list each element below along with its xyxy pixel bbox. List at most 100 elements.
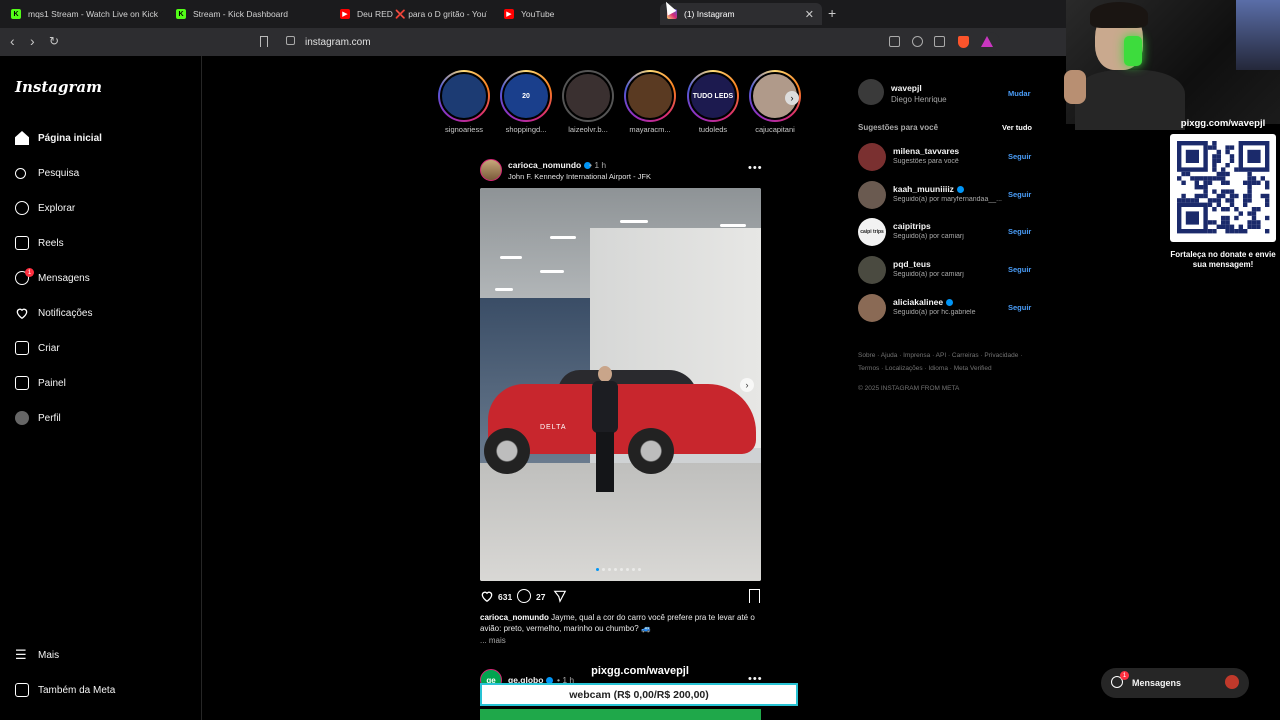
qr-module xyxy=(1203,185,1208,190)
bookmark-icon[interactable] xyxy=(260,36,268,47)
like-count[interactable]: 631 xyxy=(498,592,512,602)
follow-button[interactable]: Seguir xyxy=(1008,303,1031,312)
story-ring xyxy=(562,70,614,122)
nav-notifications[interactable]: Notificações xyxy=(15,303,92,323)
share-icon[interactable] xyxy=(934,36,945,47)
post-options-icon[interactable]: ••• xyxy=(748,162,763,174)
qr-module xyxy=(1207,229,1213,234)
qr-module xyxy=(1225,207,1230,212)
current-user-username[interactable]: wavepjl xyxy=(891,83,922,93)
qr-module xyxy=(1212,229,1217,234)
browser-tab[interactable]: K mqs1 Stream - Watch Live on Kick xyxy=(8,3,168,25)
qr-module xyxy=(1234,193,1239,199)
follow-button[interactable]: Seguir xyxy=(1008,152,1031,161)
share-button[interactable] xyxy=(553,589,567,608)
browser-tab[interactable]: K Stream - Kick Dashboard xyxy=(173,3,333,25)
suggestion-username[interactable]: milena_tavvares xyxy=(893,146,959,156)
zoom-icon[interactable] xyxy=(912,36,923,47)
suggestion-avatar[interactable] xyxy=(858,294,886,322)
nav-create[interactable]: Criar xyxy=(15,338,60,358)
post-image[interactable]: DELTA xyxy=(480,188,761,581)
story-item[interactable]: TUDO LEDS tudoleds xyxy=(687,70,739,134)
qr-module xyxy=(1234,229,1239,234)
follow-button[interactable]: Seguir xyxy=(1008,190,1031,199)
reload-icon[interactable]: ↻ xyxy=(49,34,59,48)
nav-home[interactable]: Página inicial xyxy=(15,128,102,148)
nav-reels[interactable]: Reels xyxy=(15,233,64,253)
suggestion-username[interactable]: aliciakalinee xyxy=(893,297,954,307)
carousel-dot xyxy=(620,568,623,571)
comment-count[interactable]: 27 xyxy=(536,592,545,602)
browser-tab-active[interactable]: (1) Instagram ✕ xyxy=(660,3,822,25)
suggestion-username-text[interactable]: kaah_muuniiiiz xyxy=(893,184,954,194)
nav-search[interactable]: Pesquisa xyxy=(15,163,79,183)
instagram-logo[interactable]: Instagram xyxy=(15,78,102,96)
story-item[interactable]: 20 shoppingd... xyxy=(500,70,552,134)
nav-explore[interactable]: Explorar xyxy=(15,198,75,218)
post-author-username[interactable]: carioca_nomundo xyxy=(508,160,592,170)
caption-more-link[interactable]: ... mais xyxy=(480,636,506,645)
verified-badge-icon xyxy=(956,186,964,194)
post-location[interactable]: John F. Kennedy International Airport - … xyxy=(508,172,651,181)
brave-rewards-icon[interactable] xyxy=(981,36,993,47)
new-tab-button[interactable]: + xyxy=(828,5,836,21)
nav-more[interactable]: ☰ Mais xyxy=(15,645,59,665)
suggestion-avatar[interactable] xyxy=(858,256,886,284)
nav-messages[interactable]: 1 Mensagens xyxy=(15,268,90,288)
suggestion-username[interactable]: kaah_muuniiiiz xyxy=(893,184,964,194)
story-item[interactable]: mayaracm... xyxy=(624,70,676,134)
car-wheel xyxy=(628,428,674,474)
stories-next-button[interactable]: › xyxy=(785,91,799,105)
close-tab-icon[interactable]: ✕ xyxy=(805,8,814,21)
suggestion-avatar[interactable] xyxy=(858,143,886,171)
story-item[interactable]: signoariess xyxy=(438,70,490,134)
post-image[interactable] xyxy=(480,709,761,720)
follow-button[interactable]: Seguir xyxy=(1008,227,1031,236)
site-info-icon[interactable] xyxy=(286,36,295,45)
post-username-text[interactable]: carioca_nomundo xyxy=(508,160,581,170)
qr-module xyxy=(1260,193,1265,199)
back-icon[interactable]: ‹ xyxy=(10,33,15,49)
qr-module xyxy=(1212,158,1217,163)
url-text[interactable]: instagram.com xyxy=(305,37,371,48)
switch-account-button[interactable]: Mudar xyxy=(1008,89,1031,98)
comment-icon[interactable] xyxy=(517,589,531,603)
kick-icon: K xyxy=(11,9,21,19)
suggestion-username[interactable]: pqd_teus xyxy=(893,259,931,269)
notification-badge: 1 xyxy=(25,268,34,277)
current-user-avatar[interactable] xyxy=(858,79,884,105)
nav-profile[interactable]: Perfil xyxy=(15,408,61,428)
nav-dashboard[interactable]: Painel xyxy=(15,373,66,393)
story-item[interactable]: laizeolvr.b... xyxy=(562,70,614,134)
qr-module xyxy=(1190,176,1195,181)
brave-shields-icon[interactable] xyxy=(958,36,969,48)
qr-module xyxy=(1256,180,1261,185)
bookmark-save-icon[interactable] xyxy=(749,589,760,603)
nav-label: Criar xyxy=(38,342,60,354)
suggestion-avatar[interactable]: caipi trips xyxy=(858,218,886,246)
see-all-button[interactable]: Ver tudo xyxy=(1002,123,1032,132)
suggestion-avatar[interactable] xyxy=(858,181,886,209)
donation-goal-bar: webcam (R$ 0,00/R$ 200,00) xyxy=(480,683,798,706)
like-button[interactable] xyxy=(480,589,494,608)
post-author-avatar[interactable] xyxy=(480,159,502,181)
caption-username[interactable]: carioca_nomundo xyxy=(480,613,549,622)
suggestions-title: Sugestões para você xyxy=(858,123,939,132)
nav-also-from-meta[interactable]: Também da Meta xyxy=(15,680,115,700)
qr-module xyxy=(1229,154,1235,159)
donation-message: Fortaleça no donate e envie sua mensagem… xyxy=(1170,250,1276,269)
carousel-next-button[interactable]: › xyxy=(740,378,754,392)
suggestion-username[interactable]: caipitrips xyxy=(893,221,931,231)
browser-tab[interactable]: ▶ YouTube xyxy=(502,3,652,25)
follow-button[interactable]: Seguir xyxy=(1008,265,1031,274)
cast-icon[interactable] xyxy=(889,36,900,47)
messages-pill-label[interactable]: Mensagens xyxy=(1132,678,1181,688)
youtube-icon: ▶ xyxy=(504,9,514,19)
browser-tab[interactable]: ▶ Deu RED ❌ para o D gritão - YouTube xyxy=(337,3,487,25)
search-icon xyxy=(15,167,26,179)
suggestion-username-text[interactable]: aliciakalinee xyxy=(893,297,943,307)
qr-module xyxy=(1243,193,1248,199)
forward-icon[interactable]: › xyxy=(30,33,35,49)
story-avatar xyxy=(564,72,612,120)
footer-links[interactable]: Sobre · Ajuda · Imprensa · API · Carreir… xyxy=(858,349,1038,375)
